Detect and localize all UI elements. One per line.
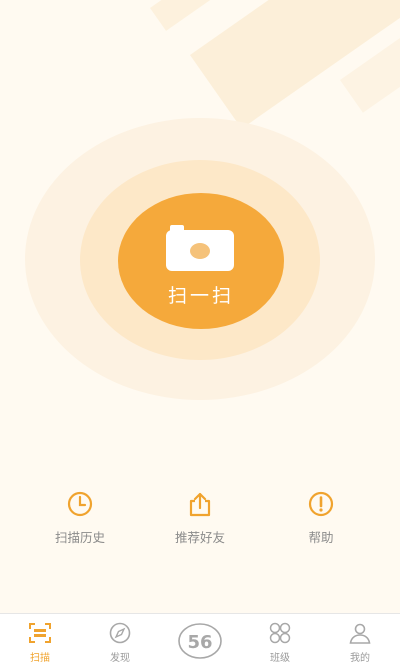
recommend-friends-button[interactable]: 推荐好友 (155, 490, 245, 546)
grid-icon (269, 622, 291, 644)
tab-center[interactable]: 56 (160, 614, 240, 666)
tab-class[interactable]: 班级 (240, 614, 320, 666)
person-icon (349, 623, 371, 644)
compass-icon (109, 622, 131, 644)
scan-history-button[interactable]: 扫描历史 (35, 490, 125, 546)
clock-icon (67, 491, 93, 517)
share-icon (189, 492, 211, 517)
alert-icon (308, 491, 334, 517)
recommend-friends-label: 推荐好友 (174, 530, 225, 545)
help-label: 帮助 (308, 530, 334, 545)
scan-button[interactable]: 扫一扫 (118, 193, 284, 329)
logo-text: 56 (187, 632, 212, 653)
tab-class-label: 班级 (270, 653, 290, 664)
scan-history-label: 扫描历史 (54, 530, 105, 545)
bottom-tab-bar: 扫描 发现 56 班级 我的 (0, 613, 400, 666)
help-button[interactable]: 帮助 (276, 490, 366, 546)
tab-discover-label: 发现 (110, 653, 130, 664)
scan-label: 扫一扫 (167, 285, 234, 307)
tab-mine-label: 我的 (350, 653, 370, 664)
tab-discover[interactable]: 发现 (80, 614, 160, 666)
quick-actions: 扫描历史 推荐好友 帮助 (0, 490, 400, 550)
camera-icon (166, 225, 234, 271)
logo-56-icon: 56 (178, 623, 222, 659)
tab-scan-label: 扫描 (30, 653, 50, 664)
tab-mine[interactable]: 我的 (320, 614, 400, 666)
tab-scan[interactable]: 扫描 (0, 614, 80, 666)
scan-icon (29, 623, 51, 643)
